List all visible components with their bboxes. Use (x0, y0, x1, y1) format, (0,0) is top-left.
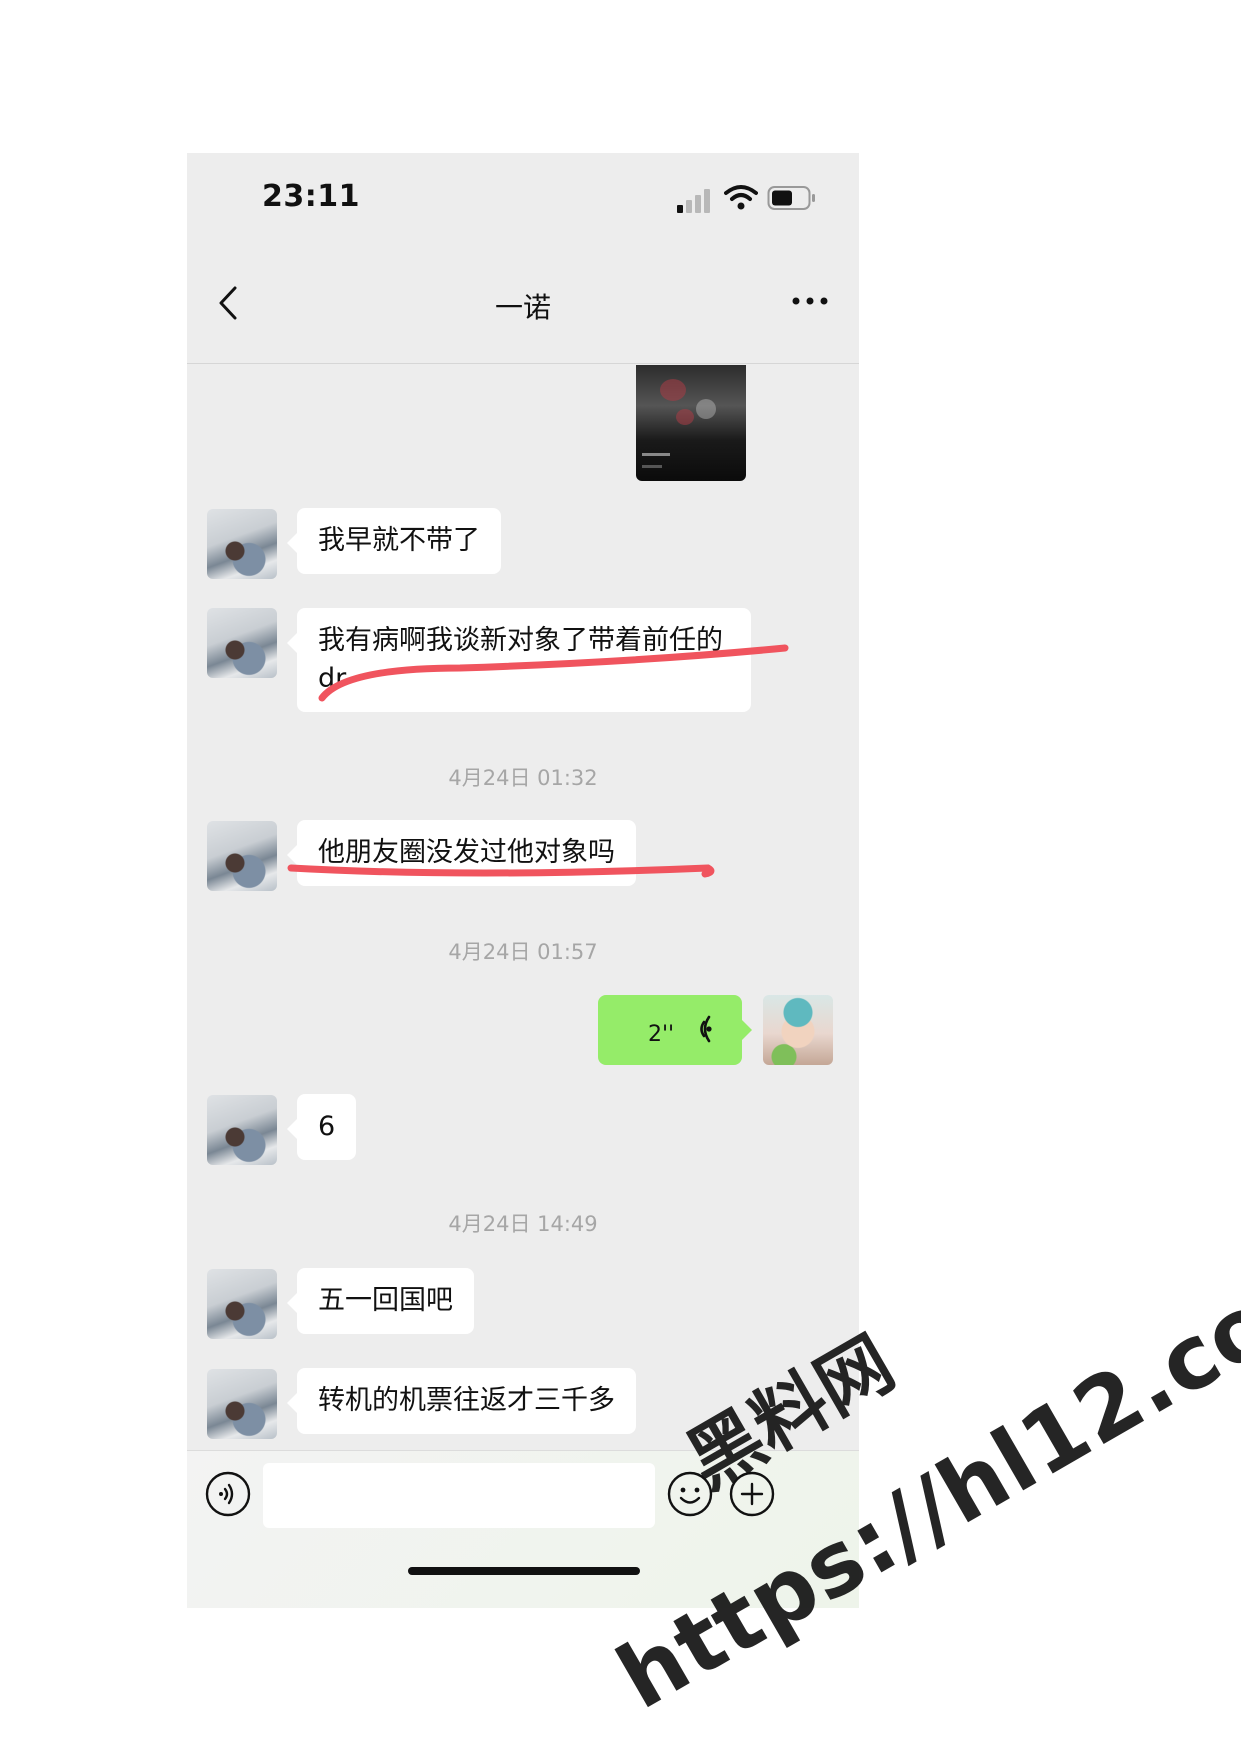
voice-toggle-icon[interactable] (205, 1471, 251, 1517)
message-timestamp: 4月24日 14:49 (448, 1212, 598, 1236)
friend-avatar[interactable] (207, 821, 277, 891)
shared-image-message[interactable] (636, 365, 746, 481)
voice-duration: 2'' (648, 1022, 675, 1047)
my-voice-message[interactable]: 2'' (598, 995, 752, 1065)
friend-message-bubble[interactable]: 五一回国吧 (287, 1268, 474, 1334)
status-time: 23:11 (262, 179, 360, 214)
signal-icon (677, 189, 713, 213)
home-indicator (408, 1567, 640, 1575)
chat-title: 一诺 (494, 291, 551, 324)
message-input[interactable] (263, 1463, 655, 1528)
friend-avatar[interactable] (207, 1369, 277, 1439)
my-avatar[interactable] (763, 995, 833, 1065)
friend-avatar[interactable] (207, 509, 277, 579)
nav-bar: 一诺 (187, 248, 859, 364)
more-icon[interactable] (790, 294, 830, 308)
friend-message-bubble[interactable]: 我有病啊我谈新对象了带着前任的dr (287, 608, 751, 712)
friend-message-bubble[interactable]: 他朋友圈没发过他对象吗 (287, 820, 636, 886)
voice-wave-icon (700, 1015, 712, 1043)
battery-icon (767, 186, 815, 210)
friend-avatar[interactable] (207, 608, 277, 678)
friend-message-bubble[interactable]: 6 (286, 1094, 357, 1160)
message-timestamp: 4月24日 01:57 (448, 940, 598, 964)
friend-avatar[interactable] (207, 1269, 277, 1339)
message-timestamp: 4月24日 01:32 (448, 766, 598, 790)
friend-message-bubble[interactable]: 我早就不带了 (287, 508, 501, 574)
friend-avatar[interactable] (207, 1095, 277, 1165)
wifi-icon (724, 185, 758, 210)
friend-message-bubble[interactable]: 转机的机票往返才三千多 (287, 1368, 636, 1434)
status-bar: 23:11 (187, 153, 859, 248)
